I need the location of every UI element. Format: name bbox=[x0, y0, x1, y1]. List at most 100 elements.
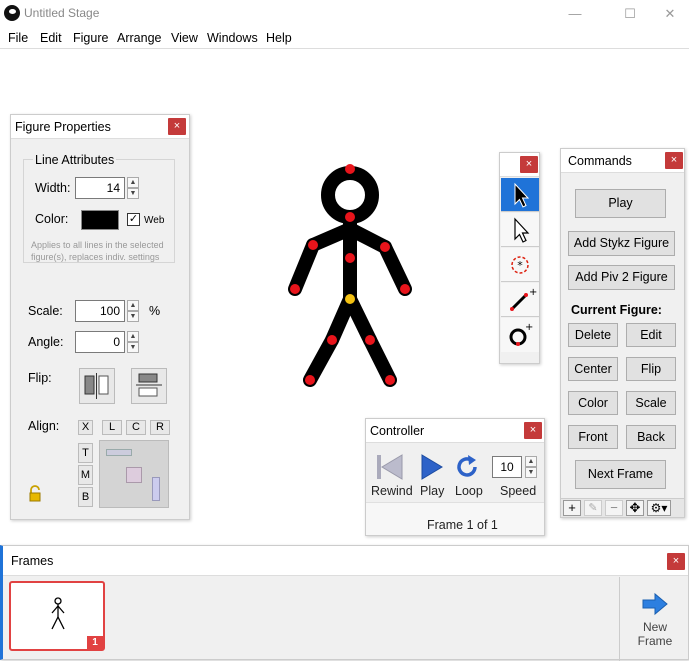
line-attributes-label: Line Attributes bbox=[33, 153, 117, 167]
speed-up-button[interactable]: ▲ bbox=[525, 456, 537, 467]
angle-input[interactable]: 0 bbox=[75, 331, 125, 353]
edit-figure-button[interactable]: Edit bbox=[626, 323, 676, 347]
align-right-button[interactable]: R bbox=[150, 420, 170, 435]
close-controller-button[interactable]: × bbox=[524, 422, 542, 439]
menu-help[interactable]: Help bbox=[266, 31, 292, 45]
commands-toolbar: + ✎ − ✥ ⚙▾ bbox=[561, 498, 684, 517]
select-tool-button[interactable] bbox=[501, 178, 539, 212]
close-frames-button[interactable]: × bbox=[667, 553, 685, 570]
angle-up-button[interactable]: ▲ bbox=[127, 331, 139, 342]
align-middle-button[interactable]: M bbox=[78, 465, 93, 485]
menu-file[interactable]: File bbox=[8, 31, 28, 45]
frame-thumbnail[interactable]: 1 bbox=[9, 581, 105, 651]
close-tools-button[interactable]: × bbox=[520, 156, 538, 173]
commands-title: Commands bbox=[568, 154, 632, 168]
align-bottom-button[interactable]: B bbox=[78, 487, 93, 507]
speed-down-button[interactable]: ▼ bbox=[525, 467, 537, 478]
scale-up-button[interactable]: ▲ bbox=[127, 300, 139, 311]
stick-figure[interactable] bbox=[288, 166, 412, 387]
outline-pointer-icon bbox=[514, 217, 530, 243]
angle-down-button[interactable]: ▼ bbox=[127, 342, 139, 353]
minimize-button[interactable]: — bbox=[552, 0, 598, 27]
width-input[interactable]: 14 bbox=[75, 177, 125, 199]
front-figure-button[interactable]: Front bbox=[568, 425, 618, 449]
joint-circle-icon: * bbox=[511, 256, 529, 274]
lock-icon[interactable] bbox=[27, 485, 43, 503]
commands-play-button[interactable]: Play bbox=[575, 189, 666, 218]
current-figure-label: Current Figure: bbox=[571, 303, 662, 317]
rewind-icon bbox=[377, 454, 403, 480]
svg-text:+: + bbox=[529, 287, 537, 298]
align-center-button[interactable]: C bbox=[126, 420, 146, 435]
move-icon[interactable]: ✥ bbox=[626, 500, 644, 516]
align-left-button[interactable]: L bbox=[102, 420, 122, 435]
loop-icon bbox=[457, 455, 477, 477]
gear-icon[interactable]: ⚙▾ bbox=[647, 500, 671, 516]
frame-status-bar: Frame 1 of 1 bbox=[366, 502, 544, 535]
rewind-button[interactable] bbox=[374, 452, 406, 484]
speed-label: Speed bbox=[500, 484, 537, 498]
web-checkbox[interactable]: ✓ bbox=[127, 213, 140, 226]
controller-title: Controller bbox=[370, 424, 425, 438]
menu-figure[interactable]: Figure bbox=[73, 31, 108, 45]
add-circle-icon: + bbox=[509, 322, 533, 346]
svg-text:*: * bbox=[517, 259, 523, 272]
add-icon[interactable]: + bbox=[563, 500, 581, 516]
arrow-pointer-icon bbox=[514, 182, 530, 208]
flip-vertical-button[interactable] bbox=[131, 368, 167, 404]
close-commands-button[interactable]: × bbox=[665, 152, 683, 169]
width-up-button[interactable]: ▲ bbox=[127, 177, 139, 188]
frame-number-badge: 1 bbox=[87, 636, 103, 650]
scale-down-button[interactable]: ▼ bbox=[127, 311, 139, 322]
sub-select-tool-button[interactable] bbox=[501, 213, 539, 247]
menu-windows[interactable]: Windows bbox=[207, 31, 258, 45]
scale-figure-button[interactable]: Scale bbox=[626, 391, 676, 415]
flip-horizontal-icon bbox=[84, 373, 109, 399]
scale-input[interactable]: 100 bbox=[75, 300, 125, 322]
flip-label: Flip: bbox=[28, 371, 52, 385]
figure-properties-panel: Figure Properties × Line Attributes Widt… bbox=[10, 114, 190, 520]
flip-figure-button[interactable]: Flip bbox=[626, 357, 676, 381]
color-figure-button[interactable]: Color bbox=[568, 391, 618, 415]
frames-panel: Frames × 1 New Frame bbox=[0, 545, 689, 661]
add-circle-tool-button[interactable]: + bbox=[501, 318, 539, 352]
align-x-button[interactable]: X bbox=[78, 420, 93, 435]
figure-root-joint[interactable] bbox=[345, 294, 355, 304]
tools-palette-header: × bbox=[500, 153, 539, 177]
menu-view[interactable]: View bbox=[171, 31, 198, 45]
menu-arrange[interactable]: Arrange bbox=[117, 31, 161, 45]
speed-input[interactable]: 10 bbox=[492, 456, 522, 478]
close-figure-properties-button[interactable]: × bbox=[168, 118, 186, 135]
delete-figure-button[interactable]: Delete bbox=[568, 323, 618, 347]
figure-properties-title: Figure Properties bbox=[15, 120, 111, 134]
play-icon bbox=[421, 454, 443, 480]
percent-label: % bbox=[149, 304, 161, 318]
align-top-button[interactable]: T bbox=[78, 443, 93, 463]
width-down-button[interactable]: ▼ bbox=[127, 188, 139, 199]
minus-icon[interactable]: − bbox=[605, 500, 623, 516]
align-preview-top-shape bbox=[106, 449, 132, 456]
commands-header: Commands × bbox=[561, 149, 684, 173]
angle-label: Angle: bbox=[28, 335, 64, 349]
menu-edit[interactable]: Edit bbox=[40, 31, 62, 45]
close-window-button[interactable]: ✕ bbox=[647, 0, 689, 27]
pencil-icon[interactable]: ✎ bbox=[584, 500, 602, 516]
loop-button[interactable] bbox=[454, 452, 482, 482]
width-label: Width: bbox=[35, 181, 71, 195]
add-piv2-figure-button[interactable]: Add Piv 2 Figure bbox=[568, 265, 675, 290]
center-figure-button[interactable]: Center bbox=[568, 357, 618, 381]
back-figure-button[interactable]: Back bbox=[626, 425, 676, 449]
line-color-swatch[interactable] bbox=[81, 210, 119, 230]
add-stykz-figure-button[interactable]: Add Stykz Figure bbox=[568, 231, 675, 256]
web-label: Web bbox=[144, 215, 165, 226]
frames-header: Frames × bbox=[3, 546, 688, 576]
align-preview bbox=[99, 440, 169, 508]
window-title: Untitled Stage bbox=[24, 6, 100, 20]
joint-tool-button[interactable]: * bbox=[501, 248, 539, 282]
add-line-tool-button[interactable]: + bbox=[501, 283, 539, 317]
next-frame-button[interactable]: Next Frame bbox=[575, 460, 666, 489]
frames-divider bbox=[619, 577, 620, 661]
new-frame-button[interactable]: New Frame bbox=[629, 591, 681, 653]
flip-horizontal-button[interactable] bbox=[79, 368, 115, 404]
play-button[interactable] bbox=[418, 452, 446, 484]
